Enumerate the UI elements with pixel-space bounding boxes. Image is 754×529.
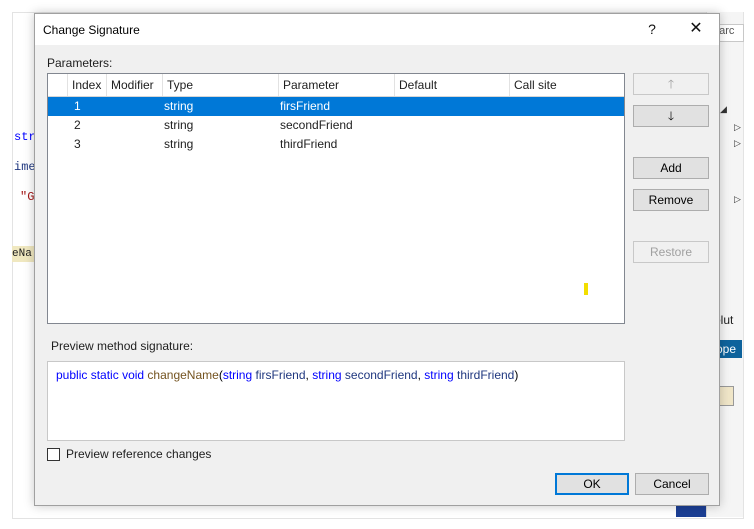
dialog-title: Change Signature [43, 23, 140, 37]
parameters-label: Parameters: [47, 56, 113, 70]
status-bar-fragment [676, 506, 706, 517]
code-fragment: "G [20, 190, 35, 204]
arrow-up-icon: 🡑 [667, 77, 675, 91]
cell-type: string [164, 99, 194, 113]
keyword: string [312, 368, 342, 382]
cell-index: 3 [74, 137, 81, 151]
parameter-name: firsFriend [255, 368, 306, 382]
expand-arrow-icon[interactable]: ◢ [720, 104, 727, 115]
keyword: public [56, 368, 88, 382]
punctuation: ) [514, 368, 519, 382]
cell-type: string [164, 137, 194, 151]
cursor-marker [584, 283, 588, 295]
keyword: string [222, 368, 253, 382]
cell-parameter: thirdFriend [280, 137, 338, 151]
parameter-name: secondFriend [344, 368, 418, 382]
column-header-selector [48, 74, 68, 96]
restore-button[interactable]: Restore [633, 241, 709, 263]
table-row[interactable]: 1 string firsFriend [48, 97, 624, 116]
column-header-call-site[interactable]: Call site [510, 74, 624, 96]
table-row[interactable]: 3 string thirdFriend [48, 135, 624, 154]
column-header-modifier[interactable]: Modifier [107, 74, 163, 96]
cell-index: 2 [74, 118, 81, 132]
preview-signature-box: public static void changeName(string fir… [47, 361, 625, 441]
punctuation: , [305, 368, 309, 382]
column-header-default[interactable]: Default [395, 74, 510, 96]
table-row[interactable]: 2 string secondFriend [48, 116, 624, 135]
expand-arrow-icon[interactable]: ▷ [734, 194, 741, 205]
parameters-grid[interactable]: Index Modifier Type Parameter Default Ca… [47, 73, 625, 324]
keyword: static [90, 368, 119, 382]
close-button[interactable]: ✕ [683, 16, 709, 42]
preview-signature-label: Preview method signature: [51, 339, 194, 353]
expand-arrow-icon[interactable]: ▷ [734, 122, 741, 133]
keyword: string [424, 368, 454, 382]
column-header-type[interactable]: Type [163, 74, 279, 96]
cancel-button[interactable]: Cancel [635, 473, 709, 495]
ok-button[interactable]: OK [555, 473, 629, 495]
code-fragment: ime [14, 160, 36, 174]
punctuation: , [417, 368, 421, 382]
cell-index: 1 [74, 99, 81, 113]
method-name: changeName [147, 368, 219, 382]
title-bar: Change Signature ? ✕ [35, 14, 719, 45]
code-fragment: str [14, 130, 36, 144]
preview-reference-label[interactable]: Preview reference changes [66, 447, 211, 461]
move-up-button[interactable]: 🡑 [633, 73, 709, 95]
cell-parameter: secondFriend [280, 118, 353, 132]
add-button[interactable]: Add [633, 157, 709, 179]
expand-arrow-icon[interactable]: ▷ [734, 138, 741, 149]
help-button[interactable]: ? [639, 16, 665, 42]
cell-type: string [164, 118, 194, 132]
arrow-down-icon: 🡓 [667, 109, 675, 123]
move-down-button[interactable]: 🡓 [633, 105, 709, 127]
cell-parameter: firsFriend [280, 99, 331, 113]
preview-reference-checkbox[interactable] [47, 448, 60, 461]
change-signature-dialog: Change Signature ? ✕ Parameters: Index M… [34, 13, 720, 506]
method-signature: public static void changeName(string fir… [56, 368, 518, 382]
remove-button[interactable]: Remove [633, 189, 709, 211]
column-header-parameter[interactable]: Parameter [279, 74, 395, 96]
grid-header: Index Modifier Type Parameter Default Ca… [48, 74, 624, 97]
keyword: void [122, 368, 145, 382]
column-header-index[interactable]: Index [68, 74, 107, 96]
parameter-name: thirdFriend [456, 368, 515, 382]
